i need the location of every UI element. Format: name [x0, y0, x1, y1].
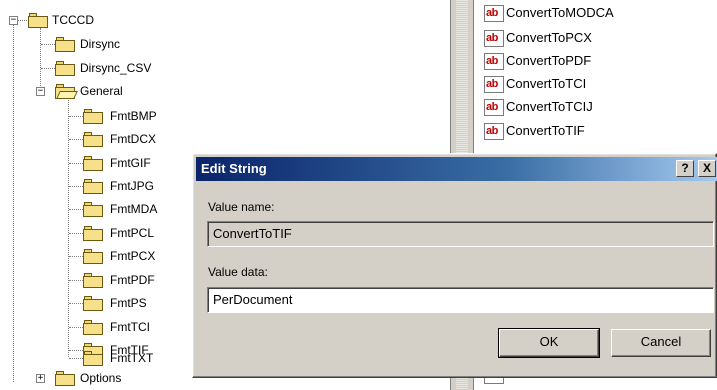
folder-icon [83, 248, 103, 264]
tree-node-fmttxt[interactable]: FmtTXT [110, 350, 153, 366]
folder-icon [28, 12, 48, 28]
ok-button[interactable]: OK [498, 328, 600, 358]
tree-connector [69, 233, 83, 234]
collapse-toggle-general[interactable]: − [36, 87, 45, 96]
tree-connector [69, 350, 83, 351]
value-row[interactable]: ab ConvertToTCIJ [484, 96, 593, 118]
tree-connector [69, 139, 83, 140]
folder-icon [83, 201, 103, 217]
value-name: ConvertToMODCA [506, 5, 614, 20]
string-value-icon: ab [484, 122, 504, 140]
string-value-icon: ab [484, 29, 504, 47]
tree-connector [18, 20, 27, 21]
close-button[interactable]: X [698, 160, 716, 177]
collapse-toggle-tcccd[interactable]: − [9, 16, 18, 25]
tree-node-fmtgif[interactable]: FmtGIF [110, 155, 151, 171]
folder-icon [83, 350, 103, 366]
value-row[interactable]: ab ConvertToPDF [484, 50, 591, 72]
tree-node-fmtmda[interactable]: FmtMDA [110, 201, 157, 217]
tree-node-fmtbmp[interactable]: FmtBMP [110, 108, 157, 124]
tree-guide-line [40, 28, 41, 92]
tree-connector [69, 186, 83, 187]
folder-icon [55, 370, 75, 386]
tree-node-options[interactable]: Options [80, 370, 121, 386]
string-value-icon: ab [484, 98, 504, 116]
tree-node-dirsync-csv[interactable]: Dirsync_CSV [80, 60, 151, 76]
tree-guide-line [13, 24, 14, 382]
tree-connector [69, 256, 83, 257]
expand-toggle-options[interactable]: + [36, 374, 45, 383]
value-name: ConvertToPCX [506, 30, 592, 45]
tree-node-fmtpdf[interactable]: FmtPDF [110, 272, 155, 288]
cancel-button[interactable]: Cancel [611, 329, 711, 357]
folder-icon [83, 272, 103, 288]
open-folder-icon [55, 83, 78, 99]
tree-node-fmtpcl[interactable]: FmtPCL [110, 225, 154, 241]
string-value-icon: ab [484, 52, 504, 70]
value-row[interactable]: ab ConvertToTCI [484, 73, 586, 95]
value-row[interactable]: ab ConvertToMODCA [484, 2, 614, 24]
help-button[interactable]: ? [676, 160, 694, 177]
tree-node-fmtps[interactable]: FmtPS [110, 295, 147, 311]
tree-connector [69, 116, 83, 117]
value-data-label: Value data: [208, 265, 268, 279]
folder-icon [83, 225, 103, 241]
string-value-icon: ab [484, 75, 504, 93]
value-name: ConvertToTCI [506, 76, 587, 91]
tree-connector [69, 163, 83, 164]
folder-icon [83, 295, 103, 311]
value-data-input[interactable]: PerDocument [207, 287, 714, 313]
folder-icon [83, 155, 103, 171]
string-value-icon: ab [484, 4, 504, 22]
tree-connector [69, 327, 83, 328]
value-name: ConvertToTIF [506, 123, 585, 138]
tree-connector [69, 280, 83, 281]
tree-node-fmtpcx[interactable]: FmtPCX [110, 248, 155, 264]
folder-icon [83, 131, 103, 147]
folder-icon [83, 178, 103, 194]
value-name-label: Value name: [208, 200, 275, 214]
tree-connector [69, 358, 83, 359]
tree-node-general[interactable]: General [80, 83, 123, 99]
folder-icon [83, 319, 103, 335]
dialog-titlebar[interactable]: Edit String ? X [196, 157, 717, 181]
tree-node-fmttci[interactable]: FmtTCI [110, 319, 150, 335]
tree-node-dirsync[interactable]: Dirsync [80, 36, 120, 52]
tree-connector [41, 44, 55, 45]
tree-connector [69, 209, 83, 210]
edit-string-dialog: Edit String ? X Value name: ConvertToTIF… [192, 153, 717, 378]
value-row[interactable]: ab ConvertToPCX [484, 27, 592, 49]
value-row[interactable]: ab ConvertToTIF [484, 120, 585, 142]
tree-node-tcccd[interactable]: TCCCD [52, 12, 94, 28]
value-name-field: ConvertToTIF [207, 221, 714, 247]
tree-connector [69, 303, 83, 304]
tree-node-fmtjpg[interactable]: FmtJPG [110, 178, 154, 194]
tree-node-fmtdcx[interactable]: FmtDCX [110, 131, 156, 147]
tree-connector [41, 68, 55, 69]
folder-icon [55, 36, 75, 52]
value-name: ConvertToTCIJ [506, 99, 593, 114]
value-name: ConvertToPDF [506, 53, 592, 68]
dialog-title: Edit String [201, 161, 267, 176]
folder-icon [55, 60, 75, 76]
folder-icon [83, 108, 103, 124]
